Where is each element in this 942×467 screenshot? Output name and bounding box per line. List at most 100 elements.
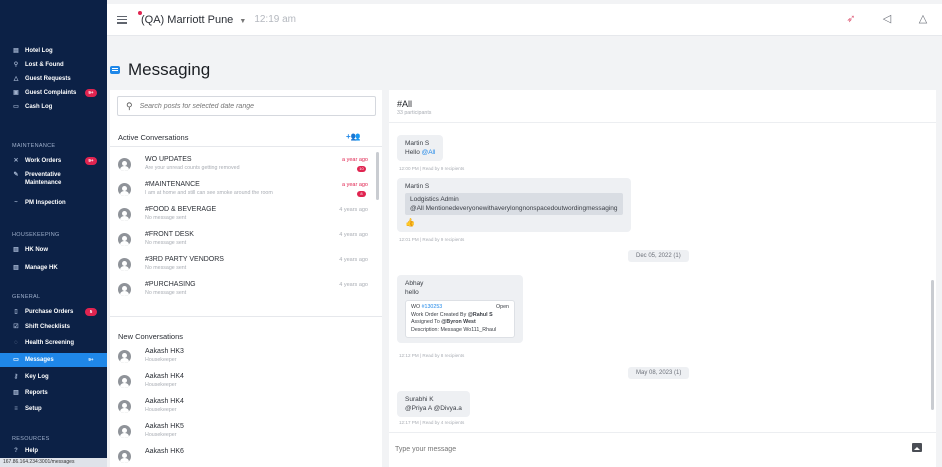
- thumbs-up-icon: 👍: [405, 218, 415, 227]
- conversation-time: a year ago: [342, 182, 368, 188]
- sidebar-item-work-orders[interactable]: ✕ Work Orders 9+: [0, 154, 107, 168]
- sidebar-item-manage-hk[interactable]: ▥ Manage HK: [0, 261, 107, 275]
- megaphone-icon[interactable]: ◁: [880, 12, 894, 26]
- contact-item[interactable]: Aakash HK4 Housekeeper: [110, 396, 374, 419]
- contact-item[interactable]: Aakash HK3 Housekeeper: [110, 346, 374, 369]
- contact-name: Aakash HK4: [145, 373, 184, 380]
- count-badge: 5: [85, 308, 97, 316]
- work-order-id: WO #130253: [411, 304, 509, 312]
- contact-item[interactable]: Aakash HK6: [110, 446, 374, 467]
- divider: [110, 146, 382, 147]
- sidebar-item-setup[interactable]: ≡ Setup: [0, 402, 107, 416]
- sidebar-item-label: Shift Checklists: [25, 324, 71, 330]
- conversation-name: #FOOD & BEVERAGE: [145, 206, 217, 213]
- search-input[interactable]: [139, 102, 360, 110]
- sidebar-item-hk-now[interactable]: ▥ HK Now: [0, 243, 107, 257]
- conversation-preview: I am at home and still can see smoke aro…: [145, 190, 273, 196]
- image-upload-icon[interactable]: [912, 443, 922, 452]
- sidebar-item-label: Preventative: [25, 172, 61, 178]
- search-box[interactable]: ⚲: [117, 96, 376, 116]
- message-sender: Surabhi K: [405, 396, 434, 403]
- message-bubble: Martin S Hello @All: [397, 135, 444, 161]
- sidebar-item-preventative-maintenance[interactable]: ✎ Preventative Maintenance: [0, 169, 107, 191]
- sidebar-item-guest-requests[interactable]: △ Guest Requests: [0, 72, 107, 86]
- conversation-item[interactable]: #3RD PARTY VENDORS No message sent 4 yea…: [110, 254, 374, 277]
- mention-link[interactable]: @All: [422, 149, 436, 156]
- avatar: [118, 450, 131, 463]
- sidebar-item-health-screening[interactable]: ◌ Health Screening: [0, 336, 107, 350]
- count-badge: 9+: [85, 89, 97, 97]
- message-meta: 12:01 PM | Read by 9 recipients: [399, 237, 465, 242]
- avatar: [118, 400, 131, 413]
- sidebar-item-lost-found[interactable]: ⚲ Lost & Found: [0, 58, 107, 72]
- sidebar-item-label: Help: [25, 448, 39, 454]
- section-label-housekeeping: HOUSEKEEPING: [12, 232, 60, 238]
- sidebar-item-label: Guest Complaints: [25, 90, 77, 96]
- property-name: (QA) Marriott Pune: [141, 13, 234, 26]
- key-icon: ⚷: [13, 374, 19, 380]
- scrollbar-thumb[interactable]: [931, 280, 934, 410]
- property-selector[interactable]: (QA) Marriott Pune ▼: [138, 10, 246, 26]
- conversation-preview: No message sent: [145, 290, 187, 296]
- message-text: Hello @All: [405, 149, 435, 156]
- sidebar: ▤ Hotel Log ⚲ Lost & Found △ Guest Requests…: [0, 0, 107, 467]
- contact-name: Aakash HK6: [145, 448, 184, 455]
- count-badge: 9+: [85, 157, 97, 165]
- sidebar-item-hotel-log[interactable]: ▤ Hotel Log: [0, 44, 107, 58]
- mention-link[interactable]: @Priya A @Divya.a: [405, 405, 462, 412]
- conversation-time: 4 years ago: [339, 232, 368, 238]
- chart-icon: ▥: [13, 247, 19, 253]
- help-icon: ?: [14, 448, 18, 454]
- participant-count: 33 participants: [397, 110, 432, 116]
- sidebar-item-label: PM Inspection: [25, 200, 66, 206]
- sidebar-item-cash-log[interactable]: ▭ Cash Log: [0, 100, 107, 114]
- quoted-sender: Lodgistics Admin: [410, 196, 459, 203]
- conversation-preview: No message sent: [145, 265, 187, 271]
- contact-item[interactable]: Aakash HK4 Housekeeper: [110, 371, 374, 394]
- conversation-name: #MAINTENANCE: [145, 181, 200, 188]
- conversation-preview: No message sent: [145, 215, 187, 221]
- assignee-name: @Byron West: [441, 319, 476, 325]
- conversation-item[interactable]: #FRONT DESK No message sent 4 years ago: [110, 229, 374, 252]
- rocket-icon[interactable]: ➶: [844, 12, 858, 26]
- sidebar-item-label: Health Screening: [25, 340, 75, 346]
- work-order-link[interactable]: #130253: [422, 304, 443, 310]
- sidebar-item-pm-inspection[interactable]: ~ PM Inspection: [0, 196, 107, 210]
- message-icon: [110, 66, 120, 74]
- sidebar-item-label: HK Now: [25, 247, 48, 253]
- conversation-item[interactable]: #FOOD & BEVERAGE No message sent 4 years…: [110, 204, 374, 227]
- conversation-item[interactable]: WO UPDATES Are your unread counts gettin…: [110, 154, 374, 177]
- work-order-card[interactable]: WO #130253 Open Work Order Created By @R…: [405, 300, 515, 338]
- conversation-item[interactable]: #PURCHASING No message sent 4 years ago: [110, 279, 374, 302]
- search-icon: ⚲: [13, 62, 19, 68]
- sidebar-item-purchase-orders[interactable]: ▯ Purchase Orders 5: [0, 305, 107, 319]
- sidebar-item-label: Messages: [25, 357, 54, 363]
- sidebar-item-label: Guest Requests: [25, 76, 71, 82]
- bell-icon[interactable]: △: [916, 12, 930, 26]
- tools-icon: ✎: [13, 172, 19, 178]
- conversation-time: a year ago: [342, 157, 368, 163]
- avatar: [118, 350, 131, 363]
- search-icon: ⚲: [126, 100, 133, 111]
- conversation-item[interactable]: #MAINTENANCE I am at home and still can …: [110, 179, 374, 202]
- bell-icon: △: [13, 76, 19, 82]
- sidebar-item-shift-checklists[interactable]: ☑ Shift Checklists: [0, 320, 107, 334]
- contact-item[interactable]: Aakash HK5 Housekeeper: [110, 421, 374, 444]
- count-badge: 9+: [88, 357, 94, 362]
- message-input[interactable]: [395, 441, 895, 457]
- sidebar-item-key-log[interactable]: ⚷ Key Log: [0, 370, 107, 384]
- active-conversations-heading: Active Conversations: [118, 133, 189, 142]
- sidebar-item-guest-complaints[interactable]: ▣ Guest Complaints 9+: [0, 86, 107, 100]
- scrollbar-thumb[interactable]: [376, 152, 379, 200]
- sidebar-item-messages[interactable]: ▭ Messages 9+: [0, 353, 107, 367]
- hamburger-menu-icon[interactable]: [117, 15, 127, 24]
- sidebar-item-label: Manage HK: [25, 265, 58, 271]
- conversation-name: #FRONT DESK: [145, 231, 194, 238]
- checklist-icon: ☑: [13, 324, 19, 330]
- sidebar-item-help[interactable]: ? Help: [0, 446, 107, 456]
- avatar: [118, 258, 131, 271]
- sidebar-item-reports[interactable]: ▥ Reports: [0, 386, 107, 400]
- add-group-icon[interactable]: +👥: [346, 132, 361, 141]
- cash-icon: ▭: [13, 104, 19, 110]
- scrollbar[interactable]: [376, 152, 379, 262]
